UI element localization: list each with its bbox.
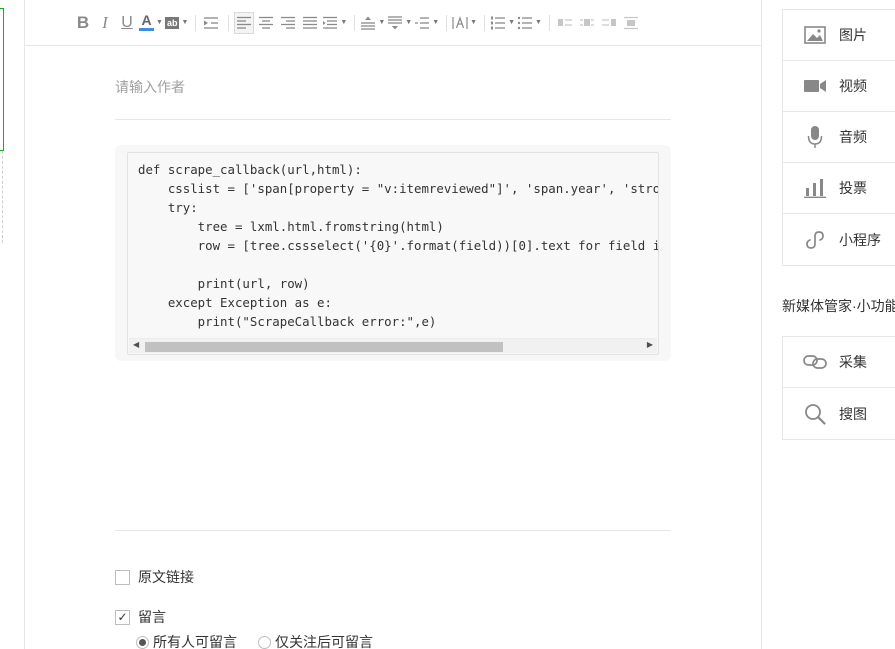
background-color-button[interactable]: ab ▼ — [164, 12, 188, 34]
insert-audio-item[interactable]: 音频 — [783, 112, 895, 163]
tool-item-label: 采集 — [839, 354, 867, 370]
search-image-item[interactable]: 搜图 — [783, 388, 895, 439]
code-block[interactable]: def scrape_callback(url,html): csslist =… — [127, 152, 659, 355]
unordered-list-icon[interactable]: ▼ — [517, 12, 542, 34]
insert-mini-program-item[interactable]: 小程序 — [783, 214, 895, 265]
microphone-icon — [803, 125, 827, 149]
line-height-icon[interactable]: ▼ — [414, 12, 439, 34]
insert-vote-item[interactable]: 投票 — [783, 163, 895, 214]
horizontal-scrollbar[interactable]: ◀ ▶ — [129, 338, 657, 353]
float-none-icon[interactable] — [621, 12, 641, 34]
toolbar-divider — [484, 14, 486, 31]
comment-permission-group: 所有人可留言 仅关注后可留言 — [136, 632, 394, 649]
letter-spacing-icon[interactable]: ▼ — [452, 12, 477, 34]
comment-option-label: 仅关注后可留言 — [275, 634, 373, 649]
code-block-container: def scrape_callback(url,html): csslist =… — [115, 145, 671, 361]
image-icon — [803, 23, 827, 47]
left-sidebar-edge — [0, 0, 25, 649]
paragraph-spacing-after-icon[interactable]: ▼ — [387, 12, 412, 34]
author-divider — [115, 119, 671, 120]
toolbar-divider — [228, 14, 230, 31]
video-icon — [803, 74, 827, 98]
original-link-checkbox[interactable] — [115, 569, 130, 585]
comment-label: 留言 — [138, 609, 166, 625]
align-left-icon[interactable] — [234, 11, 255, 34]
media-card: 图片 视频 音频 投票 小程序 — [782, 9, 895, 266]
comment-option-followers[interactable]: 仅关注后可留言 — [258, 632, 373, 649]
bar-chart-icon — [803, 176, 827, 200]
editor-area: B I U A ▼ ab ▼ ▼ ▼ ▼ ▼ ▼ ▼ ▼ 请输入作者 def s… — [25, 0, 762, 649]
toolbar-divider — [446, 14, 448, 31]
distribute-icon[interactable]: ▼ — [322, 12, 347, 34]
author-input[interactable]: 请输入作者 — [115, 77, 185, 97]
insert-item-label: 视频 — [839, 78, 867, 94]
toolbar-divider — [548, 14, 550, 31]
format-toolbar: B I U A ▼ ab ▼ ▼ ▼ ▼ ▼ ▼ ▼ ▼ — [25, 0, 762, 46]
italic-button[interactable]: I — [95, 12, 115, 34]
float-left-icon[interactable] — [555, 12, 575, 34]
insert-item-label: 投票 — [839, 180, 867, 196]
insert-item-label: 音频 — [839, 129, 867, 145]
section-title: 新媒体管家·小功能 — [782, 298, 895, 314]
comment-option-everyone[interactable]: 所有人可留言 — [136, 632, 237, 649]
insert-item-label: 图片 — [839, 27, 867, 43]
bold-button[interactable]: B — [73, 12, 93, 34]
radio-selected[interactable] — [136, 635, 149, 649]
link-icon — [803, 350, 827, 374]
align-center-icon[interactable] — [256, 12, 276, 34]
font-color-button[interactable]: A ▼ — [139, 12, 163, 34]
scroll-right-icon[interactable]: ▶ — [647, 340, 653, 349]
code-text[interactable]: def scrape_callback(url,html): csslist =… — [138, 160, 658, 331]
toolbar-divider — [354, 14, 356, 31]
insert-image-item[interactable]: 图片 — [783, 10, 895, 61]
ordered-list-icon[interactable]: ▼ — [490, 12, 515, 34]
search-icon — [803, 402, 827, 426]
insert-video-item[interactable]: 视频 — [783, 61, 895, 112]
toolbar-divider — [195, 14, 197, 31]
mini-program-icon — [803, 228, 827, 252]
original-link-option[interactable]: 原文链接 — [115, 567, 194, 587]
align-justify-icon[interactable] — [300, 12, 320, 34]
tool-item-label: 搜图 — [839, 405, 867, 422]
scrollbar-thumb[interactable] — [145, 342, 503, 352]
paragraph-spacing-before-icon[interactable]: ▼ — [360, 12, 385, 34]
align-right-icon[interactable] — [278, 12, 298, 34]
radio-unselected[interactable] — [258, 635, 271, 649]
indent-icon[interactable] — [201, 12, 221, 34]
collect-item[interactable]: 采集 — [783, 337, 895, 388]
float-right-icon[interactable] — [599, 12, 619, 34]
dashed-divider — [2, 151, 3, 243]
comment-option-label: 所有人可留言 — [153, 634, 237, 649]
underline-button[interactable]: U — [117, 12, 137, 34]
selected-article-outline[interactable] — [0, 8, 4, 151]
scroll-left-icon[interactable]: ◀ — [133, 340, 139, 349]
tools-card: 采集 搜图 — [782, 336, 895, 440]
original-link-label: 原文链接 — [138, 569, 194, 585]
insert-panel: 图片 视频 音频 投票 小程序 新媒体管家·小功能 采集 搜图 — [762, 0, 895, 649]
insert-item-label: 小程序 — [839, 231, 881, 248]
float-center-icon[interactable] — [577, 12, 597, 34]
content-divider — [115, 530, 671, 531]
comment-option[interactable]: ✓ 留言 — [115, 607, 166, 627]
comment-checkbox[interactable]: ✓ — [115, 609, 130, 625]
